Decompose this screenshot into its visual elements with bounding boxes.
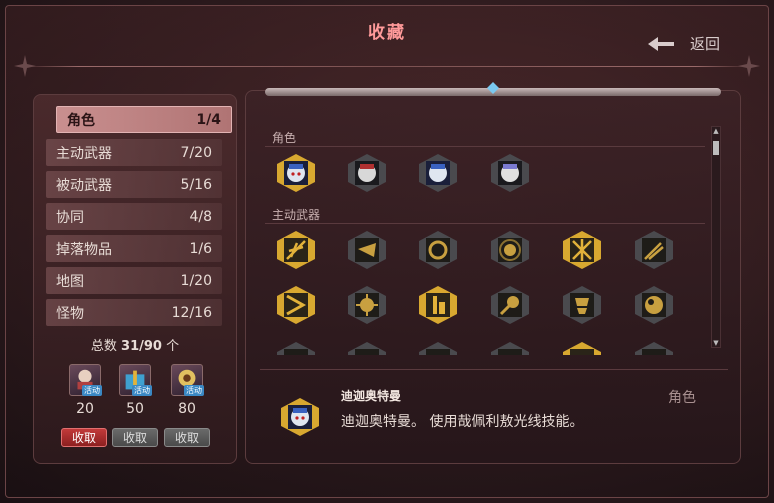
back-label: 返回 bbox=[690, 35, 721, 53]
sparkle-icon bbox=[14, 55, 36, 77]
weapon-slot[interactable] bbox=[419, 231, 457, 269]
weapon-icon bbox=[563, 286, 601, 324]
header-divider bbox=[20, 66, 754, 67]
category-label: 怪物 bbox=[56, 305, 84, 322]
category-item-passive-weapons[interactable]: 被动武器 5/16 bbox=[46, 171, 222, 198]
weapon-icon bbox=[277, 286, 315, 324]
category-label: 地图 bbox=[56, 273, 84, 290]
scroll-thumb[interactable] bbox=[713, 141, 719, 155]
claim-button[interactable]: 收取 bbox=[164, 428, 210, 447]
weapon-slot[interactable] bbox=[635, 231, 673, 269]
ultraman-tiga-icon bbox=[277, 154, 315, 192]
detail-portrait bbox=[281, 398, 319, 436]
weapon-icon bbox=[635, 286, 673, 324]
weapon-icon bbox=[635, 231, 673, 269]
reward-threshold: 20 bbox=[76, 401, 94, 417]
reward-threshold: 80 bbox=[178, 401, 196, 417]
category-count: 7/20 bbox=[180, 144, 212, 161]
reward-threshold: 50 bbox=[126, 401, 144, 417]
ultraman-tiga-icon bbox=[281, 398, 319, 436]
total-label: 总数 bbox=[90, 339, 117, 354]
sparkle-icon bbox=[738, 55, 760, 77]
category-item-active-weapons[interactable]: 主动武器 7/20 bbox=[46, 139, 222, 166]
detail-name: 迪迦奥特曼 bbox=[341, 389, 402, 403]
character-slot-selected[interactable] bbox=[277, 154, 315, 192]
character-portrait-icon bbox=[419, 154, 457, 192]
scroll-up-icon[interactable]: ▲ bbox=[712, 127, 720, 135]
reward-icon: 活动 bbox=[69, 364, 102, 396]
back-arrow-icon bbox=[648, 36, 674, 51]
back-button[interactable]: 返回 bbox=[648, 33, 720, 54]
category-label: 主动武器 bbox=[56, 145, 112, 162]
detail-category: 角色 bbox=[668, 390, 696, 406]
category-count: 4/8 bbox=[189, 208, 212, 225]
scroll-down-icon[interactable]: ▼ bbox=[712, 339, 720, 347]
reward-icon: 活动 bbox=[119, 364, 152, 396]
weapon-slot[interactable] bbox=[491, 286, 529, 324]
reward-icon: 活动 bbox=[171, 364, 204, 396]
character-portrait-icon bbox=[348, 154, 386, 192]
weapon-slot[interactable] bbox=[277, 342, 315, 355]
character-slot[interactable] bbox=[348, 154, 386, 192]
weapon-slot[interactable] bbox=[348, 342, 386, 355]
weapon-slot[interactable] bbox=[563, 286, 601, 324]
weapon-slot[interactable] bbox=[491, 231, 529, 269]
detail-divider bbox=[260, 369, 728, 370]
category-label: 角色 bbox=[67, 112, 95, 129]
weapon-slot[interactable] bbox=[277, 286, 315, 324]
category-count: 5/16 bbox=[180, 176, 212, 193]
weapon-slot[interactable] bbox=[348, 286, 386, 324]
claim-button[interactable]: 收取 bbox=[61, 428, 107, 447]
weapon-slot[interactable] bbox=[491, 342, 529, 355]
weapon-slot[interactable] bbox=[635, 342, 673, 355]
category-item-characters[interactable]: 角色 1/4 bbox=[56, 106, 232, 133]
category-count: 12/16 bbox=[171, 304, 212, 321]
grid-scrollbar[interactable]: ▲ ▼ bbox=[711, 126, 721, 348]
weapon-slot[interactable] bbox=[419, 286, 457, 324]
category-count: 1/20 bbox=[180, 272, 212, 289]
character-slot[interactable] bbox=[419, 154, 457, 192]
category-label: 协同 bbox=[56, 209, 84, 226]
category-item-monsters[interactable]: 怪物 12/16 bbox=[46, 299, 222, 326]
category-item-maps[interactable]: 地图 1/20 bbox=[46, 267, 222, 294]
category-label: 被动武器 bbox=[56, 177, 112, 194]
category-item-drops[interactable]: 掉落物品 1/6 bbox=[46, 235, 222, 262]
diamond-icon bbox=[487, 82, 499, 94]
collection-grid bbox=[263, 120, 711, 355]
total-value: 31/90 bbox=[121, 339, 162, 354]
character-portrait-icon bbox=[491, 154, 529, 192]
category-label: 掉落物品 bbox=[56, 241, 112, 258]
claim-button[interactable]: 收取 bbox=[112, 428, 158, 447]
total-unit: 个 bbox=[166, 339, 180, 354]
weapon-icon bbox=[563, 231, 601, 269]
character-slot[interactable] bbox=[491, 154, 529, 192]
weapon-icon bbox=[491, 231, 529, 269]
weapon-slot[interactable] bbox=[563, 342, 601, 355]
weapon-slot[interactable] bbox=[348, 231, 386, 269]
event-tag: 活动 bbox=[82, 385, 102, 396]
weapon-icon bbox=[419, 231, 457, 269]
weapon-slot[interactable] bbox=[419, 342, 457, 355]
weapon-icon bbox=[491, 286, 529, 324]
weapon-icon bbox=[277, 231, 315, 269]
weapon-icon bbox=[419, 342, 457, 355]
weapon-icon bbox=[348, 231, 386, 269]
weapon-slot[interactable] bbox=[635, 286, 673, 324]
weapon-slot[interactable] bbox=[277, 231, 315, 269]
weapon-slot[interactable] bbox=[563, 231, 601, 269]
weapon-icon bbox=[348, 342, 386, 355]
weapon-icon bbox=[419, 286, 457, 324]
weapon-icon bbox=[277, 342, 315, 355]
weapon-icon bbox=[635, 342, 673, 355]
weapon-icon bbox=[563, 342, 601, 355]
weapon-icon bbox=[348, 286, 386, 324]
category-count: 1/6 bbox=[189, 240, 212, 257]
detail-description: 迪迦奥特曼。 使用哉佩利敖光线技能。 bbox=[341, 414, 584, 430]
weapon-icon bbox=[491, 342, 529, 355]
category-item-synergy[interactable]: 协同 4/8 bbox=[46, 203, 222, 230]
event-tag: 活动 bbox=[184, 385, 204, 396]
category-count: 1/4 bbox=[196, 111, 221, 128]
event-tag: 活动 bbox=[132, 385, 152, 396]
collection-total: 总数 31/90 个 bbox=[33, 335, 237, 354]
